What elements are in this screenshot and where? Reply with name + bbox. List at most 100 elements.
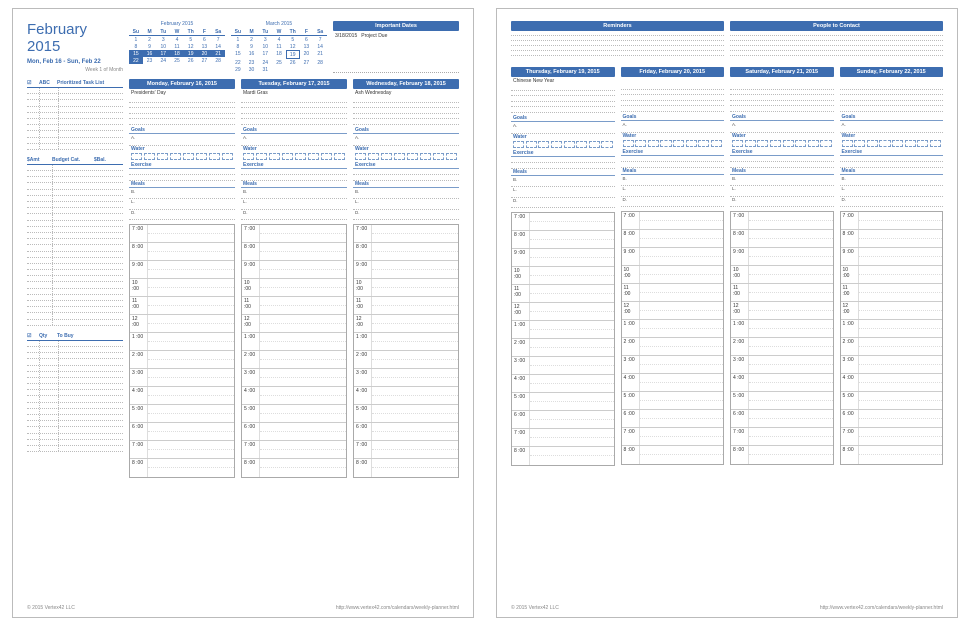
time-label: 8 :00 (354, 459, 372, 477)
day-event: Chinese New Year (511, 77, 615, 85)
meals-label: Meals (241, 181, 347, 188)
footer-right: © 2015 Vertex42 LLC http://www.vertex42.… (511, 605, 943, 611)
mini-cal-mar: March 2015 SuMTuWThFSa123456789101112131… (231, 21, 327, 73)
time-label: 1 :00 (731, 320, 749, 337)
footer-url: http://www.vertex42.com/calendars/weekly… (820, 605, 943, 611)
goals-label: Goals (241, 127, 347, 134)
time-label: 8 :00 (512, 231, 530, 248)
time-label: 1 :00 (242, 333, 260, 350)
time-label: 9 :00 (512, 249, 530, 266)
time-label: 9 :00 (242, 261, 260, 278)
time-label: 2 :00 (841, 338, 859, 355)
time-label: 12 :00 (841, 302, 859, 319)
time-label: 5 :00 (622, 392, 640, 409)
col-title: To Buy (57, 333, 123, 339)
to-buy-box: ☑ Qty To Buy (27, 332, 123, 452)
time-label: 3 :00 (512, 357, 530, 374)
schedule: 7 :008 :009 :0010 :0011 :0012 :001 :002 … (730, 211, 834, 465)
time-label: 3 :00 (354, 369, 372, 386)
meals-label: Meals (129, 181, 235, 188)
time-label: 12 :00 (242, 315, 260, 332)
day-event (621, 77, 725, 84)
budget-box: $Amt Budget Cat. $Bal. (27, 156, 123, 326)
time-label: 5 :00 (512, 393, 530, 410)
time-label: 6 :00 (512, 411, 530, 428)
time-label: 7 :00 (242, 225, 260, 242)
time-label: 12 :00 (512, 303, 530, 320)
time-label: 6 :00 (731, 410, 749, 427)
goals-label: Goals (730, 114, 834, 121)
goals-label: Goals (353, 127, 459, 134)
exercise-label: Exercise (511, 150, 615, 157)
day-event: Presidents' Day (129, 89, 235, 97)
time-label: 8 :00 (731, 446, 749, 464)
goals-label: Goals (621, 114, 725, 121)
schedule: 7 :008 :009 :0010 :0011 :0012 :001 :002 … (129, 224, 235, 478)
time-label: 3 :00 (622, 356, 640, 373)
day-header: Sunday, February 22, 2015 (840, 67, 944, 77)
day-column: Saturday, February 21, 2015GoalsA.WaterE… (730, 67, 834, 466)
time-label: 4 :00 (622, 374, 640, 391)
page-right: Reminders People to Contact Thursday, Fe… (496, 8, 958, 618)
time-label: 10 :00 (354, 279, 372, 296)
content-left: ☑ ABC Prioritized Task List $Amt Budget … (27, 79, 459, 478)
time-label: 9 :00 (130, 261, 148, 278)
footer-copyright: © 2015 Vertex42 LLC (27, 605, 75, 611)
day-header: Wednesday, February 18, 2015 (353, 79, 459, 89)
time-label: 12 :00 (354, 315, 372, 332)
time-label: 8 :00 (731, 230, 749, 247)
meals-label: Meals (353, 181, 459, 188)
day-header: Friday, February 20, 2015 (621, 67, 725, 77)
time-label: 8 :00 (242, 459, 260, 477)
time-label: 11 :00 (841, 284, 859, 301)
time-label: 7 :00 (130, 441, 148, 458)
day-column: Wednesday, February 18, 2015Ash Wednesda… (353, 79, 459, 478)
right-top: Reminders People to Contact (511, 21, 943, 61)
time-label: 10 :00 (841, 266, 859, 283)
meals-label: Meals (511, 169, 615, 176)
time-label: 8 :00 (622, 230, 640, 247)
time-label: 7 :00 (512, 429, 530, 446)
people-body (730, 31, 943, 61)
footer-left: © 2015 Vertex42 LLC http://www.vertex42.… (27, 605, 459, 611)
exercise-label: Exercise (840, 149, 944, 156)
important-dates: Important Dates 3/18/2015 Project Due (333, 21, 459, 73)
month-title: February 2015 (27, 21, 123, 55)
mini-cal-title: March 2015 (231, 21, 327, 27)
meals-label: Meals (840, 168, 944, 175)
time-label: 7 :00 (130, 225, 148, 242)
day-header: Saturday, February 21, 2015 (730, 67, 834, 77)
day-column: Thursday, February 19, 2015Chinese New Y… (511, 67, 615, 466)
time-label: 8 :00 (841, 230, 859, 247)
time-label: 10 :00 (731, 266, 749, 283)
col-abc: ABC (39, 80, 57, 86)
time-label: 7 :00 (841, 212, 859, 229)
week-range: Mon, Feb 16 - Sun, Feb 22 (27, 59, 123, 65)
time-label: 8 :00 (242, 243, 260, 260)
time-label: 5 :00 (354, 405, 372, 422)
day-header: Thursday, February 19, 2015 (511, 67, 615, 77)
tobuy-lines (27, 341, 123, 452)
time-label: 5 :00 (130, 405, 148, 422)
day-event (840, 77, 944, 84)
time-label: 2 :00 (130, 351, 148, 368)
day-header: Monday, February 16, 2015 (129, 79, 235, 89)
time-label: 7 :00 (512, 213, 530, 230)
important-dates-body: 3/18/2015 Project Due (333, 31, 459, 73)
day-event (730, 77, 834, 84)
time-label: 7 :00 (242, 441, 260, 458)
time-label: 6 :00 (841, 410, 859, 427)
time-label: 7 :00 (622, 428, 640, 445)
exercise-label: Exercise (129, 162, 235, 169)
col-check: ☑ (27, 333, 39, 339)
time-label: 11 :00 (130, 297, 148, 314)
time-label: 7 :00 (731, 212, 749, 229)
time-label: 1 :00 (841, 320, 859, 337)
col-qty: Qty (39, 333, 57, 339)
time-label: 1 :00 (622, 320, 640, 337)
exercise-label: Exercise (621, 149, 725, 156)
meals-label: Meals (730, 168, 834, 175)
time-label: 6 :00 (242, 423, 260, 440)
sidebar: ☑ ABC Prioritized Task List $Amt Budget … (27, 79, 123, 478)
reminders-header: Reminders (511, 21, 724, 31)
